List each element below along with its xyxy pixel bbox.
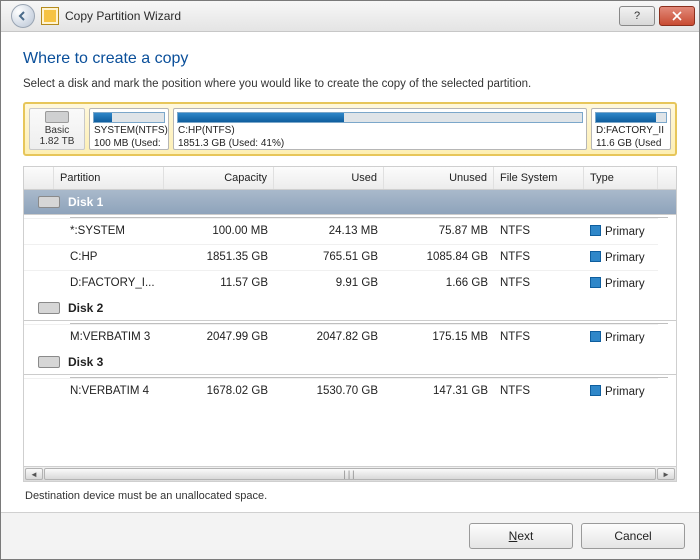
horizontal-scrollbar[interactable]: ◄ ||| ► bbox=[24, 466, 676, 481]
cell-unused: 147.31 GB bbox=[384, 378, 494, 404]
cell-type: Primary bbox=[584, 324, 658, 350]
col-capacity[interactable]: Capacity bbox=[164, 167, 274, 189]
partition-row[interactable]: D:FACTORY_I...11.57 GB9.91 GB1.66 GBNTFS… bbox=[24, 270, 676, 296]
col-partition[interactable]: Partition bbox=[54, 167, 164, 189]
close-button[interactable] bbox=[659, 6, 695, 26]
type-color-icon bbox=[590, 331, 601, 342]
cell-unused: 1085.84 GB bbox=[384, 244, 494, 270]
app-icon bbox=[41, 7, 59, 25]
cell-fs: NTFS bbox=[494, 218, 584, 244]
cell-capacity: 1678.02 GB bbox=[164, 378, 274, 404]
cell-used: 24.13 MB bbox=[274, 218, 384, 244]
partition-row[interactable]: C:HP1851.35 GB765.51 GB1085.84 GBNTFSPri… bbox=[24, 244, 676, 270]
cell-type: Primary bbox=[584, 378, 658, 404]
next-button[interactable]: Next bbox=[469, 523, 573, 549]
cell-name: M:VERBATIM 3 bbox=[54, 324, 164, 350]
footer: Next Cancel bbox=[1, 512, 699, 559]
titlebar: Copy Partition Wizard ? bbox=[1, 1, 699, 32]
cell-unused: 1.66 GB bbox=[384, 270, 494, 296]
hdd-icon bbox=[38, 356, 60, 368]
partition-row[interactable]: M:VERBATIM 32047.99 GB2047.82 GB175.15 M… bbox=[24, 324, 676, 350]
cell-fs: NTFS bbox=[494, 324, 584, 350]
cell-name: N:VERBATIM 4 bbox=[54, 378, 164, 404]
cell-fs: NTFS bbox=[494, 378, 584, 404]
cell-type: Primary bbox=[584, 218, 658, 244]
page-heading: Where to create a copy bbox=[23, 50, 677, 68]
cell-used: 765.51 GB bbox=[274, 244, 384, 270]
col-fs[interactable]: File System bbox=[494, 167, 584, 189]
type-color-icon bbox=[590, 251, 601, 262]
disk-row[interactable]: Disk 1 bbox=[24, 190, 676, 215]
hdd-icon bbox=[38, 196, 60, 208]
window-title: Copy Partition Wizard bbox=[65, 9, 181, 23]
disk-name: Disk 2 bbox=[68, 301, 103, 315]
help-button[interactable]: ? bbox=[619, 6, 655, 26]
cell-type: Primary bbox=[584, 270, 658, 296]
hdd-icon bbox=[45, 111, 69, 123]
cancel-button[interactable]: Cancel bbox=[581, 523, 685, 549]
table-body[interactable]: Disk 1*:SYSTEM100.00 MB24.13 MB75.87 MBN… bbox=[24, 190, 676, 466]
type-color-icon bbox=[590, 385, 601, 396]
partition-row[interactable]: *:SYSTEM100.00 MB24.13 MB75.87 MBNTFSPri… bbox=[24, 218, 676, 244]
cell-name: C:HP bbox=[54, 244, 164, 270]
disk-map-head: Basic 1.82 TB bbox=[29, 108, 85, 150]
cell-type: Primary bbox=[584, 244, 658, 270]
cell-capacity: 1851.35 GB bbox=[164, 244, 274, 270]
disk-map-part-c[interactable]: C:HP(NTFS) 1851.3 GB (Used: 41%) bbox=[173, 108, 587, 150]
cell-used: 1530.70 GB bbox=[274, 378, 384, 404]
partition-table: Partition Capacity Used Unused File Syst… bbox=[23, 166, 677, 482]
hdd-icon bbox=[38, 302, 60, 314]
disk-map-basic-size: 1.82 TB bbox=[40, 136, 75, 147]
disk-map-part-d[interactable]: D:FACTORY_II 11.6 GB (Used bbox=[591, 108, 671, 150]
col-type[interactable]: Type bbox=[584, 167, 658, 189]
table-header: Partition Capacity Used Unused File Syst… bbox=[24, 167, 676, 190]
cell-unused: 75.87 MB bbox=[384, 218, 494, 244]
col-unused[interactable]: Unused bbox=[384, 167, 494, 189]
disk-map[interactable]: Basic 1.82 TB SYSTEM(NTFS) 100 MB (Used:… bbox=[23, 102, 677, 156]
cell-used: 2047.82 GB bbox=[274, 324, 384, 350]
page-instruction: Select a disk and mark the position wher… bbox=[23, 78, 677, 90]
cell-fs: NTFS bbox=[494, 270, 584, 296]
col-used[interactable]: Used bbox=[274, 167, 384, 189]
cell-capacity: 100.00 MB bbox=[164, 218, 274, 244]
cell-used: 9.91 GB bbox=[274, 270, 384, 296]
footer-note: Destination device must be an unallocate… bbox=[23, 482, 677, 504]
cell-capacity: 11.57 GB bbox=[164, 270, 274, 296]
type-color-icon bbox=[590, 225, 601, 236]
cell-unused: 175.15 MB bbox=[384, 324, 494, 350]
cell-fs: NTFS bbox=[494, 244, 584, 270]
disk-name: Disk 1 bbox=[68, 195, 103, 209]
back-button[interactable] bbox=[11, 4, 35, 28]
disk-map-basic-label: Basic bbox=[45, 125, 69, 136]
cell-capacity: 2047.99 GB bbox=[164, 324, 274, 350]
disk-name: Disk 3 bbox=[68, 355, 103, 369]
disk-row[interactable]: Disk 3 bbox=[24, 350, 676, 375]
type-color-icon bbox=[590, 277, 601, 288]
cell-name: *:SYSTEM bbox=[54, 218, 164, 244]
cell-name: D:FACTORY_I... bbox=[54, 270, 164, 296]
partition-row[interactable]: N:VERBATIM 41678.02 GB1530.70 GB147.31 G… bbox=[24, 378, 676, 404]
disk-row[interactable]: Disk 2 bbox=[24, 296, 676, 321]
disk-map-part-system[interactable]: SYSTEM(NTFS) 100 MB (Used: bbox=[89, 108, 169, 150]
wizard-window: Copy Partition Wizard ? Where to create … bbox=[0, 0, 700, 560]
